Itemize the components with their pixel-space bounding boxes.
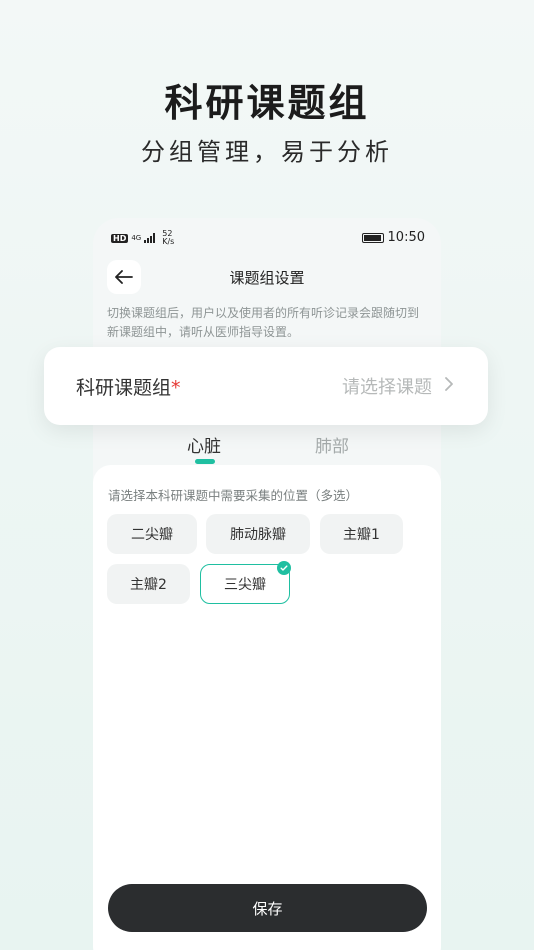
option-main-2[interactable]: 主瓣2 [107, 564, 190, 604]
tab-indicator [195, 459, 215, 464]
chevron-right-icon [445, 377, 453, 391]
tab-lung[interactable]: 肺部 [315, 432, 349, 457]
option-label: 主瓣1 [343, 527, 380, 543]
option-main-1[interactable]: 主瓣1 [320, 514, 403, 554]
option-label: 二尖瓣 [131, 527, 173, 543]
option-mitral[interactable]: 二尖瓣 [107, 514, 197, 554]
nav-bar: 课题组设置 [107, 260, 427, 294]
save-button[interactable]: 保存 [108, 884, 427, 932]
hd-indicator: HD [111, 233, 129, 243]
positions-panel: 请选择本科研课题中需要采集的位置（多选） 二尖瓣 肺动脉瓣 主瓣1 主瓣2 三尖… [93, 465, 441, 950]
network-type: 4G [131, 233, 142, 242]
group-select-card[interactable]: 科研课题组* 请选择课题 [44, 347, 488, 425]
network-speed: 52 K/s [162, 229, 175, 246]
check-icon [277, 561, 291, 575]
notice-text: 切换课题组后，用户以及使用者的所有听诊记录会跟随切到新课题组中，请听从医师指导设… [107, 306, 420, 339]
option-pulmonary[interactable]: 肺动脉瓣 [206, 514, 310, 554]
option-label: 三尖瓣 [224, 577, 266, 593]
status-bar: HD 4G 52 K/s 10:50 [111, 230, 425, 248]
group-select-placeholder: 请选择课题 [342, 377, 432, 398]
option-tricuspid[interactable]: 三尖瓣 [200, 561, 291, 604]
clock: 10:50 [387, 230, 425, 245]
tab-heart[interactable]: 心脏 [187, 432, 221, 457]
battery-icon [361, 232, 384, 243]
signal-icon [144, 233, 156, 243]
required-mark: * [171, 377, 181, 399]
positions-hint: 请选择本科研课题中需要采集的位置（多选） [108, 488, 359, 503]
tab-bar: 心脏 肺部 [93, 432, 441, 466]
option-label: 肺动脉瓣 [230, 527, 286, 543]
page-title: 课题组设置 [229, 269, 305, 287]
hero-subtitle: 分组管理，易于分析 [141, 138, 393, 166]
option-label: 主瓣2 [130, 577, 167, 593]
group-select-label: 科研课题组* [76, 377, 181, 399]
hero-title: 科研课题组 [164, 81, 370, 125]
